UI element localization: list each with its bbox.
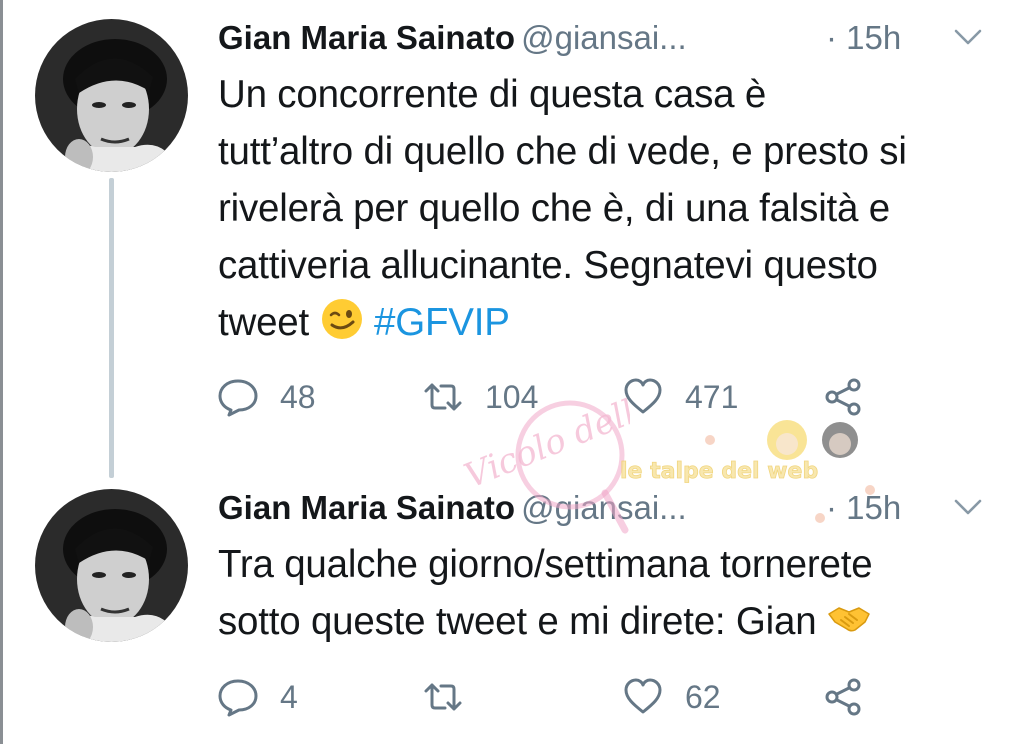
heart-icon [624,378,662,414]
heart-icon [624,678,662,714]
tweet-text-line: cattiveria allucinante. Segnatevi questo [218,244,878,287]
chevron-down-icon[interactable] [953,25,983,49]
reply-count: 48 [280,379,316,415]
timestamp[interactable]: · 15h [826,14,901,62]
reply-icon [218,379,258,417]
reply-count: 4 [280,679,298,715]
share-button[interactable] [823,377,863,417]
reply-button[interactable]: 4 [218,677,298,717]
retweet-button[interactable]: 104 [423,377,538,417]
avatar[interactable] [35,19,188,172]
tweet-header: Gian Maria Sainato @giansai... · 15h [218,14,982,62]
author-name[interactable]: Gian Maria Sainato [218,19,515,56]
tweet-text: Un concorrente di questa casa è tutt’alt… [218,66,1008,351]
thread-line [109,178,114,478]
tweet-text-line: Un concorrente di questa casa è [218,73,767,116]
author-name[interactable]: Gian Maria Sainato [218,489,515,526]
handshake-emoji-icon [828,607,870,632]
reply-button[interactable]: 48 [218,377,316,417]
tweet-text-line: sotto queste tweet e mi direte: Gian [218,600,817,643]
hashtag-link[interactable]: #GFVIP [374,301,510,344]
tweet-text-line: rivelerà per quello che è, di una falsit… [218,187,890,230]
tweet-actions: 4 62 [218,677,918,717]
like-button[interactable]: 62 [623,677,721,717]
share-icon [825,678,861,716]
avatar[interactable] [35,489,188,642]
timestamp[interactable]: · 15h [826,484,901,532]
retweet-icon [424,683,462,711]
tweet-text-line: tweet [218,301,310,344]
share-icon [825,378,861,416]
reply-icon [218,679,258,717]
winking-face-emoji-icon [321,299,362,339]
tweet-actions: 48 104 471 [218,377,918,417]
tweet-text-line: Tra qualche giorno/settimana tornerete [218,543,873,586]
chevron-down-icon[interactable] [953,495,983,519]
author-handle[interactable]: @giansai... [521,489,687,526]
share-button[interactable] [823,677,863,717]
author-handle[interactable]: @giansai... [521,19,687,56]
like-count: 62 [685,679,721,715]
tweet-2[interactable]: Gian Maria Sainato @giansai... · 15h Tra … [0,470,1024,744]
tweet-text: Tra qualche giorno/settimana tornerete s… [218,536,1008,650]
like-count: 471 [685,379,739,415]
tweet-1[interactable]: Gian Maria Sainato @giansai... · 15h Un c… [0,0,1024,478]
retweet-count: 104 [485,379,539,415]
like-button[interactable]: 471 [623,377,738,417]
retweet-button[interactable] [423,677,485,717]
tweet-text-line: tutt’altro di quello che di vede, e pres… [218,130,907,173]
tweet-header: Gian Maria Sainato @giansai... · 15h [218,484,982,532]
retweet-icon [424,383,462,411]
